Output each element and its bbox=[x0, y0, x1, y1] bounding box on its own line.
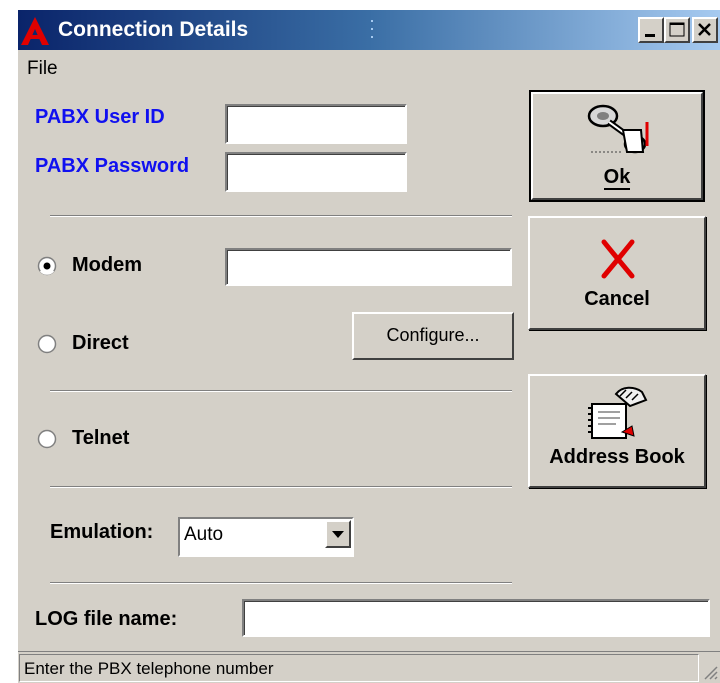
modem-radio[interactable] bbox=[37, 256, 57, 276]
status-pane: Enter the PBX telephone number bbox=[19, 654, 699, 682]
cancel-x-icon bbox=[601, 239, 635, 279]
cancel-label: Cancel bbox=[584, 288, 650, 310]
pabx-password-label: PABX Password bbox=[35, 155, 190, 177]
connect-plugs-icon bbox=[587, 104, 649, 154]
log-file-label: LOG file name: bbox=[35, 608, 178, 630]
pabx-user-id-input[interactable] bbox=[225, 104, 407, 144]
separator bbox=[50, 582, 512, 584]
minimize-icon bbox=[645, 34, 655, 37]
window-title: Connection Details bbox=[58, 18, 249, 41]
menu-bar: File bbox=[18, 54, 720, 82]
emulation-select[interactable]: Auto bbox=[178, 517, 354, 557]
telnet-label: Telnet bbox=[72, 427, 130, 449]
status-bar: Enter the PBX telephone number bbox=[18, 651, 720, 683]
configure-button-label: Configure... bbox=[386, 325, 480, 345]
address-book-button[interactable]: Address Book bbox=[528, 374, 706, 488]
direct-radio[interactable] bbox=[37, 334, 57, 354]
close-icon bbox=[698, 23, 711, 36]
cancel-button[interactable]: Cancel bbox=[528, 216, 706, 330]
address-book-icon bbox=[588, 386, 648, 439]
menu-file[interactable]: File bbox=[27, 58, 58, 80]
modem-label: Modem bbox=[72, 254, 142, 276]
configure-button[interactable]: Configure... bbox=[352, 312, 514, 360]
separator bbox=[50, 390, 512, 392]
title-grip bbox=[371, 20, 373, 38]
modem-number-input[interactable] bbox=[225, 248, 512, 286]
chevron-down-icon bbox=[332, 531, 344, 538]
minimize-button[interactable] bbox=[638, 17, 664, 43]
emulation-dropdown-button[interactable] bbox=[325, 520, 351, 548]
resize-grip-icon[interactable] bbox=[702, 664, 718, 680]
separator bbox=[50, 215, 512, 217]
maximize-icon bbox=[669, 22, 685, 37]
alcatel-a-icon bbox=[21, 17, 49, 45]
emulation-label: Emulation: bbox=[50, 521, 154, 543]
direct-label: Direct bbox=[72, 332, 129, 354]
emulation-value: Auto bbox=[184, 524, 224, 545]
telnet-radio[interactable] bbox=[37, 429, 57, 449]
log-file-input[interactable] bbox=[242, 599, 710, 637]
pabx-user-id-label: PABX User ID bbox=[35, 106, 165, 128]
pabx-password-input[interactable] bbox=[225, 152, 407, 192]
status-text: Enter the PBX telephone number bbox=[24, 659, 274, 678]
separator bbox=[50, 486, 512, 488]
connection-details-window: Connection Details File PABX User ID PAB… bbox=[18, 10, 720, 683]
ok-label: Ok bbox=[603, 166, 631, 190]
address-book-label: Address Book bbox=[549, 446, 685, 468]
maximize-button[interactable] bbox=[664, 17, 690, 43]
title-bar[interactable]: Connection Details bbox=[18, 10, 720, 50]
ok-button[interactable]: Ok bbox=[529, 90, 705, 202]
close-button[interactable] bbox=[692, 17, 718, 43]
